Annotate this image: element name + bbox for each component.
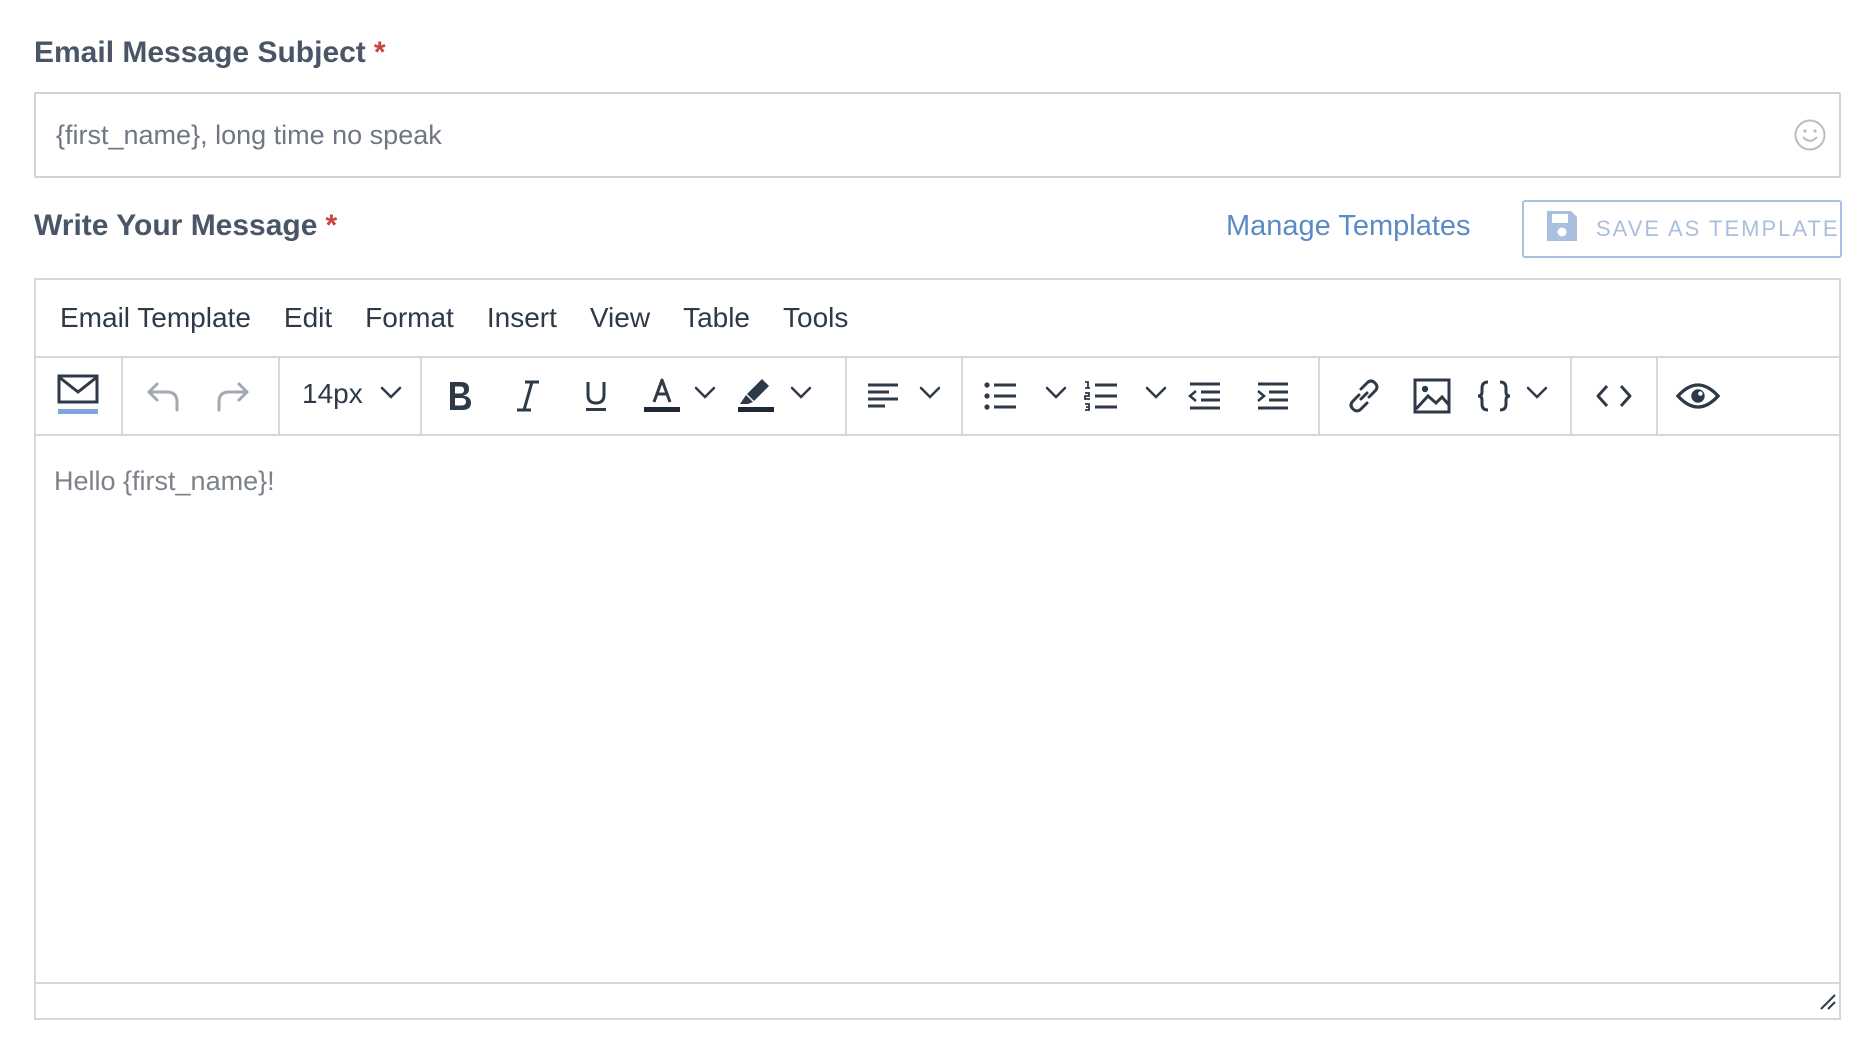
editor-content-area[interactable]: Hello {first_name}! [36,436,1839,984]
floppy-disk-icon [1544,208,1596,250]
menu-table[interactable]: Table [683,302,750,334]
toolbar-group-align [847,358,963,434]
link-icon[interactable] [1342,374,1386,418]
font-size-chevron-down-icon[interactable] [380,386,402,405]
required-asterisk: * [325,209,338,242]
highlight-icon[interactable] [736,374,776,418]
toolbar-group-lists [963,358,1320,434]
menu-insert[interactable]: Insert [487,302,557,334]
source-code-icon[interactable] [1592,374,1636,418]
image-icon[interactable] [1410,374,1454,418]
subject-input[interactable] [56,94,1756,176]
rich-text-editor: Email Template Edit Format Insert View T… [34,278,1841,1020]
text-color-chevron-down-icon[interactable] [694,386,716,405]
subject-label: Email Message Subject * [34,36,386,70]
emoji-icon[interactable] [1793,118,1827,152]
resize-handle-icon[interactable] [1817,991,1837,1016]
toolbar-group-insert [1320,358,1572,434]
subject-field[interactable] [34,92,1841,178]
variable-braces-icon[interactable] [1472,374,1516,418]
outdent-icon[interactable] [1183,374,1227,418]
toolbar-group-preview [1658,358,1744,434]
undo-icon[interactable] [141,374,185,418]
toolbar-group-template [36,358,123,434]
editor-toolbar: 14px [36,358,1839,436]
menu-edit[interactable]: Edit [284,302,332,334]
required-asterisk: * [373,36,386,69]
align-left-icon[interactable] [861,374,905,418]
toolbar-group-font-size: 14px [280,358,422,434]
menu-email-template[interactable]: Email Template [60,302,251,334]
email-icon[interactable] [56,372,100,416]
indent-icon[interactable] [1251,374,1295,418]
align-chevron-down-icon[interactable] [919,386,941,405]
subject-label-text: Email Message Subject [34,36,366,69]
editor-content-text[interactable]: Hello {first_name}! [54,466,275,497]
toolbar-group-formatting [422,358,847,434]
toolbar-group-history [123,358,280,434]
save-as-template-button[interactable]: SAVE AS TEMPLATE [1522,200,1842,258]
manage-templates-link[interactable]: Manage Templates [1226,210,1471,243]
highlight-chevron-down-icon[interactable] [790,386,812,405]
message-label: Write Your Message * [34,209,337,243]
redo-icon[interactable] [211,374,255,418]
editor-statusbar [36,982,1839,1018]
numbered-list-icon[interactable] [1079,374,1123,418]
bullet-list-chevron-down-icon[interactable] [1045,386,1067,405]
menu-format[interactable]: Format [365,302,454,334]
save-as-template-label: SAVE AS TEMPLATE [1596,216,1840,241]
editor-menubar: Email Template Edit Format Insert View T… [36,280,1839,358]
menu-view[interactable]: View [590,302,650,334]
menu-tools[interactable]: Tools [783,302,848,334]
preview-eye-icon[interactable] [1676,374,1720,418]
italic-icon[interactable] [506,374,550,418]
bold-icon[interactable] [438,374,482,418]
toolbar-group-code [1572,358,1658,434]
variables-chevron-down-icon[interactable] [1526,386,1548,405]
numbered-list-chevron-down-icon[interactable] [1145,386,1167,405]
underline-icon[interactable] [574,374,618,418]
text-color-icon[interactable] [642,374,682,418]
message-label-text: Write Your Message [34,209,318,242]
bullet-list-icon[interactable] [979,374,1023,418]
font-size-value[interactable]: 14px [302,378,363,410]
